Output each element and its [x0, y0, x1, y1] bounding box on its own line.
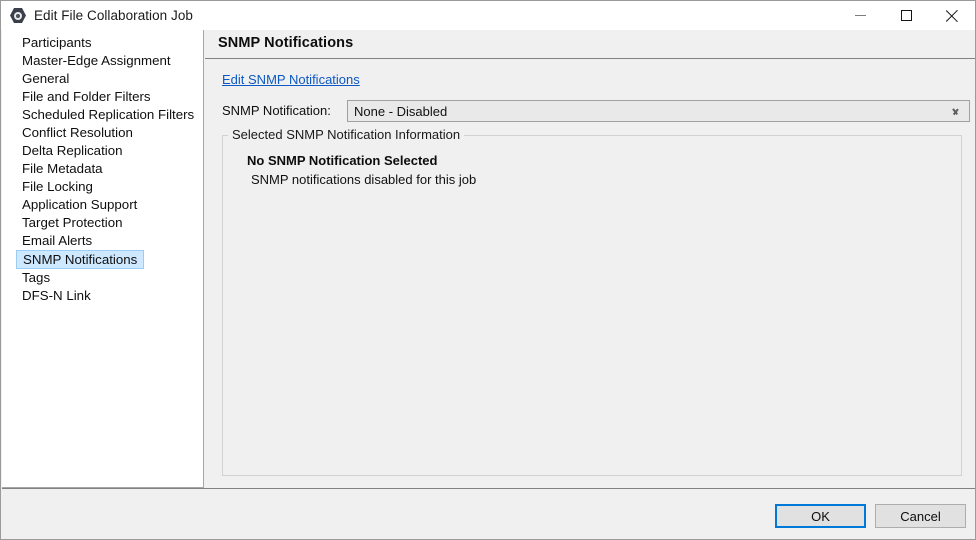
sidebar-item-dfs-n-link[interactable]: DFS-N Link — [2, 287, 203, 305]
snmp-notification-label: SNMP Notification: — [222, 103, 331, 118]
title-divider — [205, 58, 976, 59]
page-title: SNMP Notifications — [218, 35, 353, 51]
sidebar-item-master-edge-assignment[interactable]: Master-Edge Assignment — [2, 52, 203, 70]
sidebar-item-scheduled-replication-filters[interactable]: Scheduled Replication Filters — [2, 106, 203, 124]
sidebar-item-conflict-resolution[interactable]: Conflict Resolution — [2, 124, 203, 142]
minimize-icon — [855, 15, 866, 16]
dialog-window: Edit File Collaboration Job Participants… — [0, 0, 976, 540]
sidebar-item-file-locking[interactable]: File Locking — [2, 178, 203, 196]
snmp-notification-field-row: SNMP Notification: None - Disabled — [222, 100, 962, 122]
sidebar-item-participants[interactable]: Participants — [2, 34, 203, 52]
close-button[interactable] — [929, 1, 975, 30]
title-bar: Edit File Collaboration Job — [1, 1, 975, 30]
sidebar-item-tags[interactable]: Tags — [2, 269, 203, 287]
window-controls — [837, 1, 975, 30]
minimize-button[interactable] — [837, 1, 883, 30]
sidebar-item-file-and-folder-filters[interactable]: File and Folder Filters — [2, 88, 203, 106]
selected-snmp-info-groupbox: No SNMP Notification Selected SNMP notif… — [222, 135, 962, 476]
window-title: Edit File Collaboration Job — [34, 8, 193, 23]
sidebar-item-delta-replication[interactable]: Delta Replication — [2, 142, 203, 160]
sidebar-item-target-protection[interactable]: Target Protection — [2, 214, 203, 232]
no-notification-heading: No SNMP Notification Selected — [247, 153, 437, 168]
sidebar-item-email-alerts[interactable]: Email Alerts — [2, 232, 203, 250]
groupbox-caption: Selected SNMP Notification Information — [228, 127, 464, 142]
sidebar-item-general[interactable]: General — [2, 70, 203, 88]
cancel-button[interactable]: Cancel — [875, 504, 966, 528]
main-panel: SNMP Notifications Edit SNMP Notificatio… — [205, 30, 976, 488]
settings-nav-list[interactable]: Participants Master-Edge Assignment Gene… — [2, 30, 204, 488]
maximize-icon — [901, 10, 912, 21]
snmp-notification-value: None - Disabled — [348, 104, 447, 119]
close-icon — [946, 9, 959, 22]
maximize-button[interactable] — [883, 1, 929, 30]
sidebar-item-file-metadata[interactable]: File Metadata — [2, 160, 203, 178]
edit-snmp-notifications-link[interactable]: Edit SNMP Notifications — [222, 72, 360, 87]
chevron-down-icon — [951, 109, 960, 114]
sidebar-item-application-support[interactable]: Application Support — [2, 196, 203, 214]
sidebar-item-snmp-notifications[interactable]: SNMP Notifications — [16, 250, 144, 269]
no-notification-description: SNMP notifications disabled for this job — [251, 172, 476, 187]
ok-button[interactable]: OK — [775, 504, 866, 528]
dialog-footer: OK Cancel — [2, 488, 975, 539]
app-hex-eye-icon — [10, 8, 26, 24]
snmp-notification-select[interactable]: None - Disabled — [347, 100, 970, 122]
